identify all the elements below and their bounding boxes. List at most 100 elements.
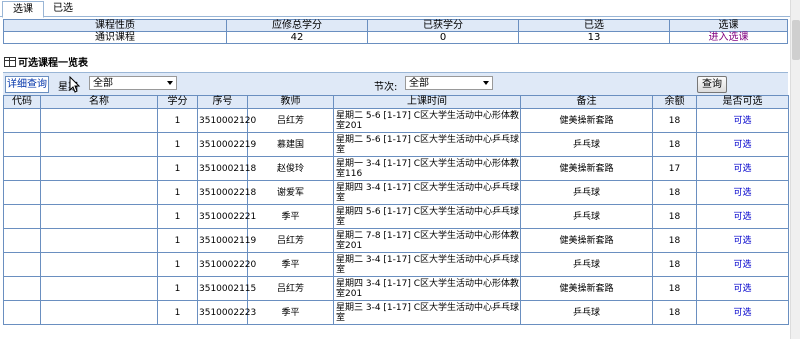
code-cell <box>3 204 41 229</box>
available-cell[interactable]: 可选 <box>696 300 789 325</box>
time-cell: 星期三 3-4 [1-17] C区大学生活动中心乒乓球室 <box>333 300 521 325</box>
code-cell <box>3 252 41 277</box>
seq-cell: 3510002218 <box>197 180 256 205</box>
code-cell <box>3 108 41 133</box>
query-button[interactable]: 查询 <box>697 76 727 93</box>
table-row: 1 3510002120 吕红芳 星期二 5-6 [1-17] C区大学生活动中心形体… <box>3 108 789 133</box>
tab-selected[interactable]: 已选 <box>48 1 78 16</box>
period-select[interactable]: 全部 <box>405 76 493 90</box>
chevron-down-icon <box>167 81 173 85</box>
summary-required: 42 <box>226 31 368 44</box>
select-course-link[interactable]: 可选 <box>733 188 751 198</box>
credit-cell: 1 <box>157 204 198 229</box>
credit-cell: 1 <box>157 276 198 301</box>
time-cell: 星期二 3-4 [1-17] C区大学生活动中心乒乓球室 <box>333 252 521 277</box>
note-cell: 乒乓球 <box>520 204 653 229</box>
quota-cell: 18 <box>652 300 697 325</box>
name-cell <box>40 300 158 325</box>
quota-cell: 18 <box>652 276 697 301</box>
teacher-cell: 季平 <box>247 204 334 229</box>
select-course-link[interactable]: 可选 <box>733 284 751 294</box>
vertical-scrollbar[interactable] <box>790 0 800 339</box>
col-header-name: 名称 <box>40 95 158 109</box>
teacher-cell: 慕建国 <box>247 132 334 157</box>
enter-selection-link[interactable]: 进入选课 <box>669 31 788 44</box>
seq-cell: 3510002221 <box>197 204 256 229</box>
detail-query-button[interactable]: 详细查询 <box>5 76 49 93</box>
section-title: 可选课程一览表 <box>4 54 88 69</box>
quota-cell: 17 <box>652 156 697 181</box>
teacher-cell: 谢爱军 <box>247 180 334 205</box>
available-cell[interactable]: 可选 <box>696 156 789 181</box>
available-cell[interactable]: 可选 <box>696 204 789 229</box>
time-cell: 星期二 7-8 [1-17] C区大学生活动中心形体教室201 <box>333 228 521 253</box>
teacher-cell: 吕红芳 <box>247 228 334 253</box>
col-header-note: 备注 <box>520 95 653 109</box>
enter-selection-link-text[interactable]: 进入选课 <box>709 32 749 43</box>
col-header-teacher: 教师 <box>247 95 334 109</box>
available-cell[interactable]: 可选 <box>696 108 789 133</box>
table-row: 1 3510002220 季平 星期二 3-4 [1-17] C区大学生活动中心乒乓球… <box>3 252 789 277</box>
code-cell <box>3 132 41 157</box>
table-row: 1 3510002223 季平 星期三 3-4 [1-17] C区大学生活动中心乒乓球… <box>3 300 789 325</box>
table-row: 1 3510002115 吕红芳 星期四 3-4 [1-17] C区大学生活动中心形体… <box>3 276 789 301</box>
select-course-link[interactable]: 可选 <box>733 212 751 222</box>
credit-cell: 1 <box>157 156 198 181</box>
available-cell[interactable]: 可选 <box>696 252 789 277</box>
credit-cell: 1 <box>157 132 198 157</box>
credit-cell: 1 <box>157 180 198 205</box>
table-row: 1 3510002221 季平 星期四 5-6 [1-17] C区大学生活动中心乒乓球… <box>3 204 789 229</box>
select-course-link[interactable]: 可选 <box>733 308 751 318</box>
note-cell: 乒乓球 <box>520 180 653 205</box>
credit-cell: 1 <box>157 108 198 133</box>
quota-cell: 18 <box>652 132 697 157</box>
section-title-text: 可选课程一览表 <box>18 58 88 69</box>
available-cell[interactable]: 可选 <box>696 276 789 301</box>
seq-cell: 3510002219 <box>197 132 256 157</box>
name-cell <box>40 204 158 229</box>
seq-cell: 3510002118 <box>197 156 256 181</box>
note-cell: 健美操新套路 <box>520 156 653 181</box>
select-course-link[interactable]: 可选 <box>733 140 751 150</box>
time-cell: 星期四 3-4 [1-17] C区大学生活动中心乒乓球室 <box>333 180 521 205</box>
filter-toolbar: 详细查询 星期 全部 节次: 全部 查询 <box>3 72 788 96</box>
table-header-row: 代码 名称 学分 序号 教师 上课时间 备注 余额 是否可选 <box>3 95 789 109</box>
table-row: 1 3510002118 赵俊玲 星期一 3-4 [1-17] C区大学生活动中心形体… <box>3 156 789 181</box>
code-cell <box>3 276 41 301</box>
summary-header-selected: 已选 <box>518 19 670 32</box>
scrollbar-thumb[interactable] <box>792 20 800 60</box>
quota-cell: 18 <box>652 204 697 229</box>
teacher-cell: 吕红芳 <box>247 108 334 133</box>
select-course-link[interactable]: 可选 <box>733 164 751 174</box>
table-icon <box>4 56 16 67</box>
col-header-quota: 余额 <box>652 95 697 109</box>
time-cell: 星期二 5-6 [1-17] C区大学生活动中心形体教室201 <box>333 108 521 133</box>
quota-cell: 18 <box>652 252 697 277</box>
table-row: 1 3510002119 吕红芳 星期二 7-8 [1-17] C区大学生活动中心形体… <box>3 228 789 253</box>
tab-select-course[interactable]: 选课 <box>2 1 44 18</box>
code-cell <box>3 180 41 205</box>
teacher-cell: 季平 <box>247 300 334 325</box>
available-cell[interactable]: 可选 <box>696 180 789 205</box>
name-cell <box>40 108 158 133</box>
credit-summary-table: 课程性质 应修总学分 已获学分 已选 选课 通识课程 42 0 13 进入选课 <box>3 19 788 44</box>
summary-header-required: 应修总学分 <box>226 19 368 32</box>
available-cell[interactable]: 可选 <box>696 132 789 157</box>
col-header-time: 上课时间 <box>333 95 521 109</box>
time-cell: 星期二 5-6 [1-17] C区大学生活动中心乒乓球室 <box>333 132 521 157</box>
summary-earned: 0 <box>367 31 519 44</box>
time-cell: 星期四 3-4 [1-17] C区大学生活动中心形体教室201 <box>333 276 521 301</box>
select-course-link[interactable]: 可选 <box>733 236 751 246</box>
period-label: 节次: <box>374 82 398 93</box>
teacher-cell: 吕红芳 <box>247 276 334 301</box>
select-course-link[interactable]: 可选 <box>733 260 751 270</box>
available-cell[interactable]: 可选 <box>696 228 789 253</box>
seq-cell: 3510002115 <box>197 276 256 301</box>
tab-bar: 选课 已选 <box>0 0 792 18</box>
col-header-available: 是否可选 <box>696 95 789 109</box>
select-course-link[interactable]: 可选 <box>733 116 751 126</box>
table-row: 1 3510002219 慕建国 星期二 5-6 [1-17] C区大学生活动中心乒乓… <box>3 132 789 157</box>
name-cell <box>40 132 158 157</box>
weekday-select[interactable]: 全部 <box>89 76 177 90</box>
name-cell <box>40 156 158 181</box>
